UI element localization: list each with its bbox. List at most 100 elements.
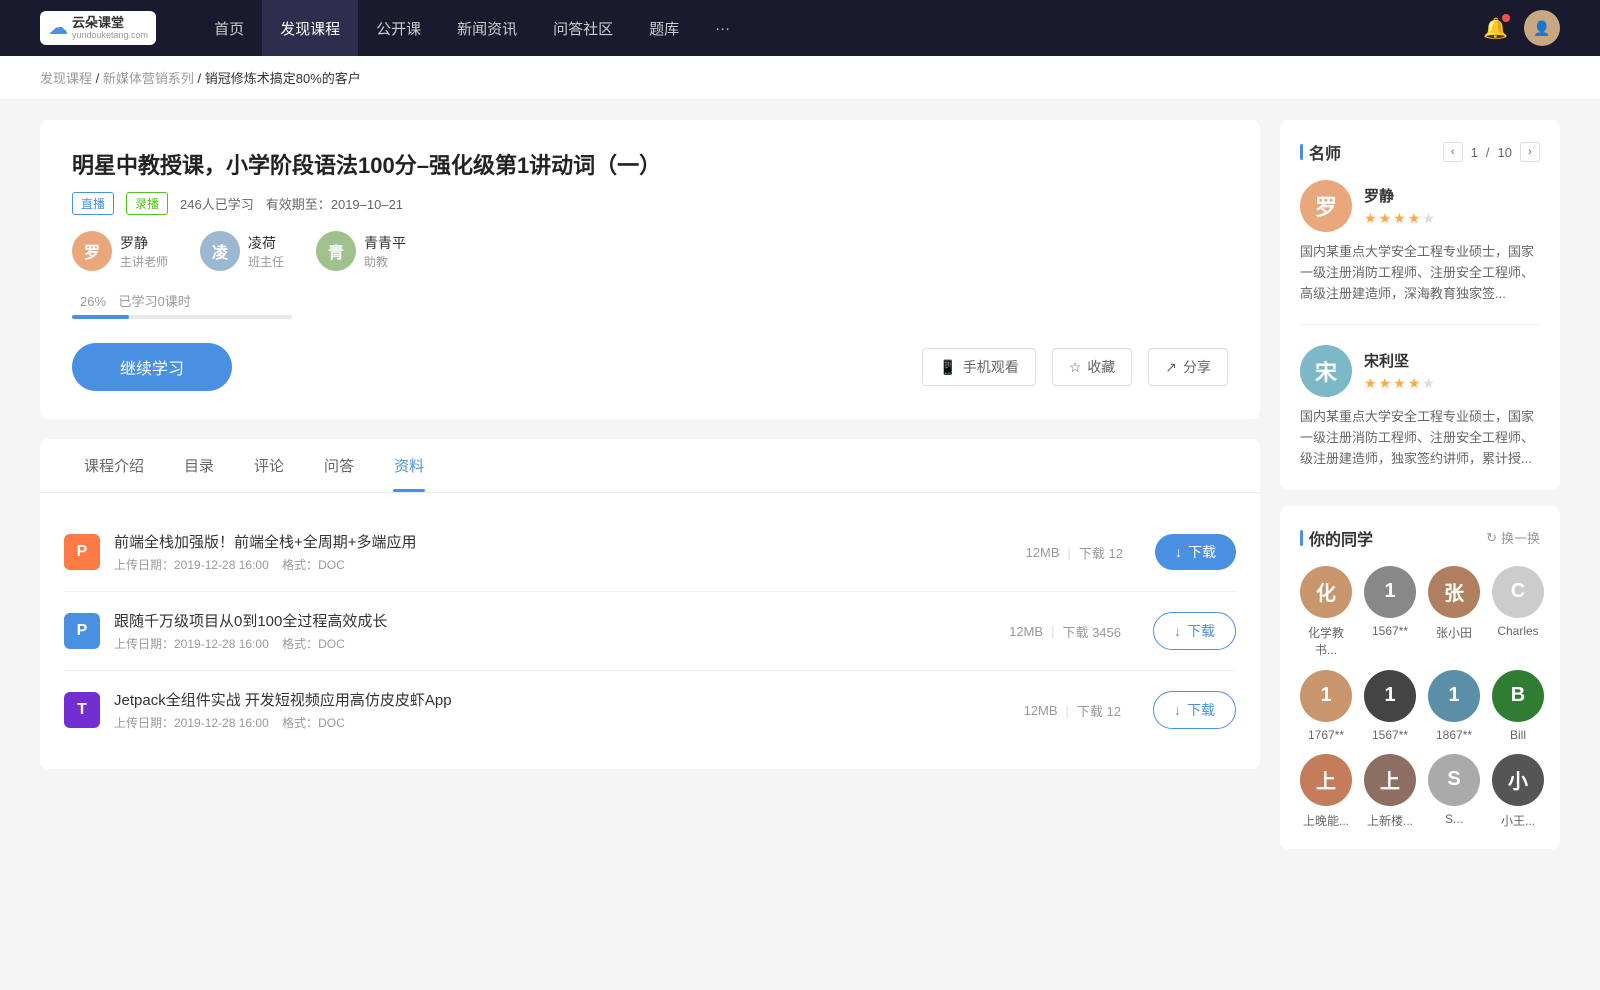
tag-live: 直播	[72, 192, 114, 215]
classmate-10: S S...	[1428, 754, 1480, 829]
classmate-name-0: 化学教书...	[1300, 624, 1352, 658]
main-layout: 明星中教授课，小学阶段语法100分–强化级第1讲动词（一） 直播 录播 246人…	[0, 100, 1600, 885]
progress-label: 已学习0课时	[118, 294, 190, 309]
download-icon-2: ↓	[1174, 623, 1181, 639]
nav-item-news[interactable]: 新闻资讯	[439, 0, 535, 56]
instructor-2: 凌 凌荷 班主任	[200, 231, 284, 271]
course-meta: 直播 录播 246人已学习 有效期至：2019–10–21	[72, 192, 1228, 215]
resource-meta-1: 上传日期：2019-12-28 16:00 格式：DOC	[114, 556, 994, 573]
nav-item-more[interactable]: ···	[697, 0, 748, 56]
teacher-stars-2: ★ ★ ★ ★ ★	[1364, 375, 1435, 392]
nav-right: 🔔 👤	[1483, 10, 1560, 46]
course-students: 246人已学习	[180, 194, 254, 213]
teacher-name-1: 罗静	[1364, 185, 1435, 206]
nav-item-home[interactable]: 首页	[196, 0, 262, 56]
instructor-name-2: 凌荷	[248, 233, 284, 253]
classmate-avatar-2[interactable]: 张	[1428, 566, 1480, 618]
logo-main-text: 云朵课堂	[72, 15, 148, 31]
progress-section: 26% 已学习0课时	[72, 291, 1228, 319]
resource-info-3: Jetpack全组件实战 开发短视频应用高仿皮皮虾App 上传日期：2019-1…	[114, 689, 992, 731]
classmate-7: B Bill	[1492, 670, 1544, 742]
classmate-avatar-6[interactable]: 1	[1428, 670, 1480, 722]
logo-sub-text: yundouketang.com	[72, 30, 148, 41]
breadcrumb-item-1[interactable]: 发现课程	[40, 71, 92, 86]
resource-item-1: P 前端全栈加强版！前端全栈+全周期+多端应用 上传日期：2019-12-28 …	[64, 513, 1236, 592]
share-button[interactable]: ↗ 分享	[1148, 348, 1228, 386]
nav-item-public[interactable]: 公开课	[358, 0, 439, 56]
classmate-1: 1 1567**	[1364, 566, 1416, 658]
classmate-avatar-4[interactable]: 1	[1300, 670, 1352, 722]
classmate-avatar-1[interactable]: 1	[1364, 566, 1416, 618]
nav-item-quiz[interactable]: 题库	[631, 0, 697, 56]
tabs-nav: 课程介绍 目录 评论 问答 资料	[40, 439, 1260, 493]
classmate-avatar-7[interactable]: B	[1492, 670, 1544, 722]
resource-info-1: 前端全栈加强版！前端全栈+全周期+多端应用 上传日期：2019-12-28 16…	[114, 531, 994, 573]
classmate-11: 小 小王...	[1492, 754, 1544, 829]
classmate-name-11: 小王...	[1501, 812, 1535, 829]
teacher-desc-2: 国内某重点大学安全工程专业硕士，国家一级注册消防工程师、注册安全工程师、级注册建…	[1300, 407, 1540, 469]
tab-catalog[interactable]: 目录	[164, 439, 234, 492]
download-button-1[interactable]: ↓ 下载	[1155, 534, 1236, 570]
classmate-avatar-5[interactable]: 1	[1364, 670, 1416, 722]
tabs-section: 课程介绍 目录 评论 问答 资料 P 前端全栈加强版！前端全栈+全周期+多端应用…	[40, 439, 1260, 769]
breadcrumb: 发现课程 / 新媒体营销系列 / 销冠修炼术搞定80%的客户	[0, 56, 1600, 100]
classmate-name-8: 上晚能...	[1303, 812, 1349, 829]
nav-item-courses[interactable]: 发现课程	[262, 0, 358, 56]
teacher-desc-1: 国内某重点大学安全工程专业硕士，国家一级注册消防工程师、注册安全工程师、高级注册…	[1300, 242, 1540, 304]
classmate-name-7: Bill	[1510, 728, 1526, 742]
breadcrumb-item-2[interactable]: 新媒体营销系列	[103, 71, 194, 86]
page-next[interactable]: ›	[1520, 142, 1540, 162]
classmate-avatar-10[interactable]: S	[1428, 754, 1480, 806]
continue-button[interactable]: 继续学习	[72, 343, 232, 391]
tab-resources[interactable]: 资料	[374, 439, 444, 492]
classmate-avatar-0[interactable]: 化	[1300, 566, 1352, 618]
download-button-2[interactable]: ↓ 下载	[1153, 612, 1236, 650]
notification-bell[interactable]: 🔔	[1483, 16, 1508, 41]
tab-qa[interactable]: 问答	[304, 439, 374, 492]
teachers-header: 名师 ‹ 1 / 10 ›	[1300, 140, 1540, 164]
page-prev[interactable]: ‹	[1443, 142, 1463, 162]
classmates-card: 你的同学 ↻ 换一换 化 化学教书... 1 1567**	[1280, 506, 1560, 849]
tab-intro[interactable]: 课程介绍	[64, 439, 164, 492]
tab-content: P 前端全栈加强版！前端全栈+全周期+多端应用 上传日期：2019-12-28 …	[40, 493, 1260, 769]
classmate-avatar-8[interactable]: 上	[1300, 754, 1352, 806]
teachers-card: 名师 ‹ 1 / 10 › 罗 罗静 ★	[1280, 120, 1560, 490]
content-area: 明星中教授课，小学阶段语法100分–强化级第1讲动词（一） 直播 录播 246人…	[40, 120, 1260, 865]
nav-menu: 首页 发现课程 公开课 新闻资讯 问答社区 题库 ···	[196, 0, 1483, 56]
classmates-header: 你的同学 ↻ 换一换	[1300, 526, 1540, 550]
instructor-name-3: 青青平	[364, 233, 406, 253]
classmate-avatar-9[interactable]: 上	[1364, 754, 1416, 806]
share-icon: ↗	[1165, 359, 1177, 376]
instructors: 罗 罗静 主讲老师 凌 凌荷 班主任 青 青青平	[72, 231, 1228, 271]
download-icon-1: ↓	[1175, 544, 1182, 560]
classmate-5: 1 1567**	[1364, 670, 1416, 742]
action-buttons: 📱 手机观看 ☆ 收藏 ↗ 分享	[922, 348, 1228, 386]
instructor-1: 罗 罗静 主讲老师	[72, 231, 168, 271]
navbar: ☁ 云朵课堂 yundouketang.com 首页 发现课程 公开课 新闻资讯…	[0, 0, 1600, 56]
classmate-6: 1 1867**	[1428, 670, 1480, 742]
course-actions: 继续学习 📱 手机观看 ☆ 收藏 ↗ 分享	[72, 343, 1228, 391]
teacher-name-2: 宋利坚	[1364, 350, 1435, 371]
classmate-2: 张 张小田	[1428, 566, 1480, 658]
resource-icon-3: T	[64, 692, 100, 728]
teachers-pagination: ‹ 1 / 10 ›	[1443, 142, 1540, 162]
resource-meta-3: 上传日期：2019-12-28 16:00 格式：DOC	[114, 714, 992, 731]
nav-item-qa[interactable]: 问答社区	[535, 0, 631, 56]
classmate-9: 上 上新楼...	[1364, 754, 1416, 829]
download-button-3[interactable]: ↓ 下载	[1153, 691, 1236, 729]
teacher-item-2: 宋 宋利坚 ★ ★ ★ ★ ★ 国内某重点大学安全工程专业硕士，国家一级注册消防…	[1300, 345, 1540, 469]
logo[interactable]: ☁ 云朵课堂 yundouketang.com	[40, 11, 156, 45]
tab-review[interactable]: 评论	[234, 439, 304, 492]
user-avatar[interactable]: 👤	[1524, 10, 1560, 46]
mobile-watch-button[interactable]: 📱 手机观看	[922, 348, 1035, 386]
classmates-grid: 化 化学教书... 1 1567** 张 张小田	[1300, 566, 1540, 829]
classmate-4: 1 1767**	[1300, 670, 1352, 742]
classmate-avatar-3[interactable]: C	[1492, 566, 1544, 618]
instructor-avatar-2: 凌	[200, 231, 240, 271]
collect-button[interactable]: ☆ 收藏	[1052, 348, 1133, 386]
instructor-role-2: 班主任	[248, 253, 284, 270]
teacher-avatar-1: 罗	[1300, 180, 1352, 232]
teacher-item-1: 罗 罗静 ★ ★ ★ ★ ★ 国内某重点大学安全工程专业硕士，国家一级注册消防工…	[1300, 180, 1540, 325]
refresh-button[interactable]: ↻ 换一换	[1486, 528, 1540, 547]
classmate-avatar-11[interactable]: 小	[1492, 754, 1544, 806]
